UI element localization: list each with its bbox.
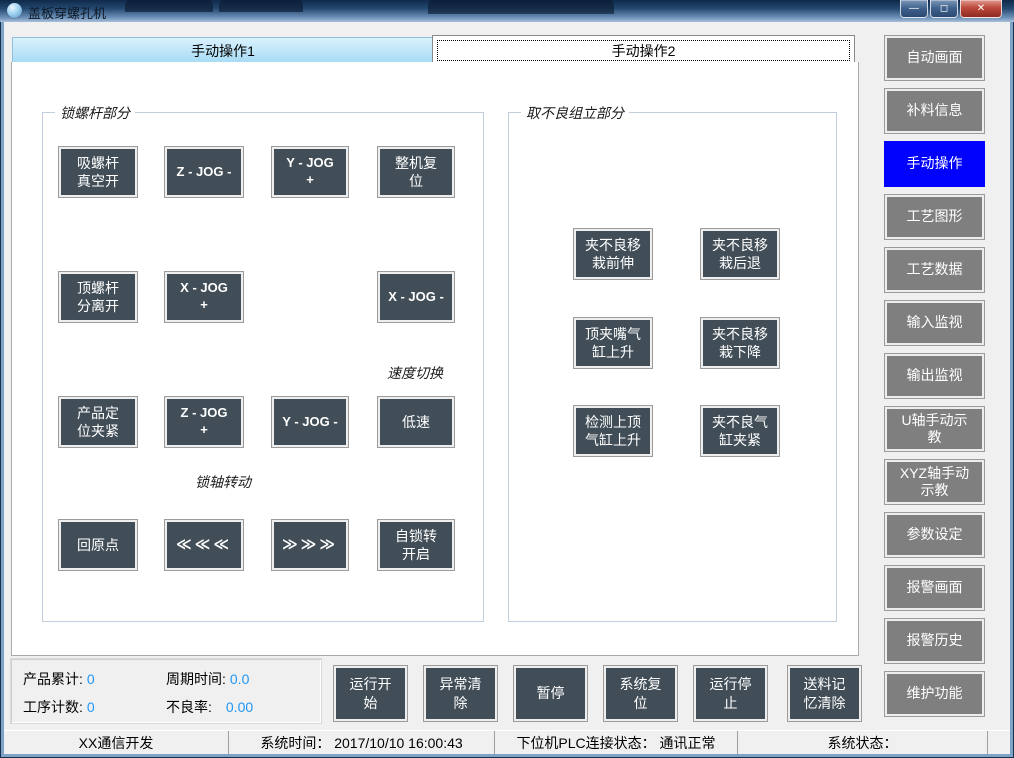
sidebar-item-auto-screen[interactable]: 自动画面 (884, 35, 985, 81)
run-stop-button[interactable]: 运行停 止 (693, 665, 768, 722)
defect-rate-label: 不良率: (166, 699, 212, 715)
sidebar-item-xyz-axis-teach[interactable]: XYZ轴手动 示教 (884, 459, 985, 505)
background-window-tab (125, 0, 213, 12)
statusbar-plc-status: 下位机PLC连接状态： 通讯正常 (495, 731, 738, 754)
home-button[interactable]: 回原点 (58, 519, 138, 571)
background-window-tab (428, 0, 614, 14)
tab-manual-2-label: 手动操作2 (437, 40, 850, 61)
statusbar-system-status: 系统状态： (738, 731, 988, 754)
y-jog-plus-button[interactable]: Y - JOG + (271, 146, 349, 198)
process-count-value: 0 (87, 699, 95, 715)
rotate-forward-button[interactable]: ≫≫≫ (271, 519, 349, 571)
z-jog-minus-button[interactable]: Z - JOG - (164, 146, 244, 198)
sidebar-item-parameter-setting[interactable]: 参数设定 (884, 512, 985, 558)
top-clamp-nozzle-cyl-up-button[interactable]: 顶夹嘴气 缸上升 (573, 317, 653, 369)
window-title: 盖板穿螺孔机 (28, 3, 106, 22)
sidebar-item-process-graphic[interactable]: 工艺图形 (884, 194, 985, 240)
x-jog-plus-button[interactable]: X - JOG + (164, 271, 244, 323)
top-screw-separate-open-button[interactable]: 顶螺杆 分离开 (58, 271, 138, 323)
clamp-bad-cyl-tight-button[interactable]: 夹不良气 缸夹紧 (700, 405, 780, 457)
x-jog-minus-button[interactable]: X - JOG - (377, 271, 455, 323)
production-stats-panel: 产品累计:0 周期时间:0.0 工序计数:0 不良率:0.00 (10, 658, 322, 724)
statusbar-system-time: 系统时间： 2017/10/10 16:00:43 (229, 731, 495, 754)
detect-top-cyl-up-button[interactable]: 检测上顶 气缸上升 (573, 405, 653, 457)
product-position-clamp-button[interactable]: 产品定 位夹紧 (58, 396, 138, 448)
group-lock-screw-title: 锁螺杆部分 (55, 103, 135, 123)
sidebar-item-u-axis-teach[interactable]: U轴手动示 教 (884, 406, 985, 452)
pause-button[interactable]: 暂停 (513, 665, 588, 722)
sidebar-item-refill-info[interactable]: 补料信息 (884, 88, 985, 134)
process-count-stat: 工序计数:0 (23, 697, 95, 717)
group-take-bad-assembly-section: 取不良组立部分 (508, 112, 837, 622)
minimize-button[interactable]: — (900, 0, 928, 18)
process-count-label: 工序计数: (23, 699, 83, 715)
close-button[interactable]: ✕ (960, 0, 1002, 18)
sidebar-item-maintenance[interactable]: 维护功能 (884, 671, 985, 717)
rotate-reverse-button[interactable]: ≪≪≪ (164, 519, 244, 571)
sidebar-item-output-monitor[interactable]: 输出监视 (884, 353, 985, 399)
tab-manual-1[interactable]: 手动操作1 (12, 37, 434, 64)
cycle-time-label: 周期时间: (166, 671, 226, 687)
y-jog-minus-button[interactable]: Y - JOG - (271, 396, 349, 448)
sidebar-item-alarm-history[interactable]: 报警历史 (884, 618, 985, 664)
speed-switch-label: 速度切换 (377, 363, 453, 383)
suck-screw-vacuum-on-button[interactable]: 吸螺杆 真空开 (58, 146, 138, 198)
cycle-time-value: 0.0 (230, 671, 249, 687)
sidebar-item-input-monitor[interactable]: 输入监视 (884, 300, 985, 346)
clamp-bad-transfer-down-button[interactable]: 夹不良移 栽下降 (700, 317, 780, 369)
sidebar-item-manual-operation[interactable]: 手动操作 (884, 141, 985, 187)
sidebar-item-process-data[interactable]: 工艺数据 (884, 247, 985, 293)
error-clear-button[interactable]: 异常清 除 (423, 665, 498, 722)
defect-rate-value: 0.00 (226, 699, 253, 715)
background-window-tab (219, 0, 303, 12)
self-lock-rotate-on-button[interactable]: 自锁转 开启 (377, 519, 455, 571)
feed-memory-clear-button[interactable]: 送料记 忆清除 (787, 665, 862, 722)
machine-reset-button[interactable]: 整机复 位 (377, 146, 455, 198)
cycle-time-stat: 周期时间:0.0 (166, 669, 249, 689)
defect-rate-stat: 不良率: 0.00 (166, 697, 253, 717)
lock-axis-rotate-label: 锁轴转动 (168, 472, 278, 492)
z-jog-plus-button[interactable]: Z - JOG + (164, 396, 244, 448)
low-speed-button[interactable]: 低速 (377, 396, 455, 448)
sidebar-item-alarm-screen[interactable]: 报警画面 (884, 565, 985, 611)
product-total-value: 0 (87, 671, 95, 687)
product-total-label: 产品累计: (23, 671, 83, 687)
maximize-button[interactable]: ◻ (930, 0, 958, 18)
system-reset-button[interactable]: 系统复 位 (603, 665, 678, 722)
app-window: 盖板穿螺孔机 — ◻ ✕ 手动操作1 手动操作2 锁螺杆部分 吸螺杆 真空开 Z… (0, 0, 1014, 758)
title-bar[interactable]: 盖板穿螺孔机 — ◻ ✕ (0, 0, 1014, 22)
clamp-bad-transfer-back-button[interactable]: 夹不良移 栽后退 (700, 228, 780, 280)
clamp-bad-transfer-forward-button[interactable]: 夹不良移 栽前伸 (573, 228, 653, 280)
tab-manual-2[interactable]: 手动操作2 (432, 35, 855, 64)
group-take-bad-assembly-title: 取不良组立部分 (521, 103, 629, 123)
statusbar-dev-info: XX通信开发 (4, 731, 229, 754)
statusbar-end-spacer (988, 731, 1010, 754)
app-icon (7, 3, 22, 18)
product-total-stat: 产品累计:0 (23, 669, 95, 689)
status-bar: XX通信开发 系统时间： 2017/10/10 16:00:43 下位机PLC连… (4, 730, 1010, 754)
run-start-button[interactable]: 运行开 始 (333, 665, 408, 722)
